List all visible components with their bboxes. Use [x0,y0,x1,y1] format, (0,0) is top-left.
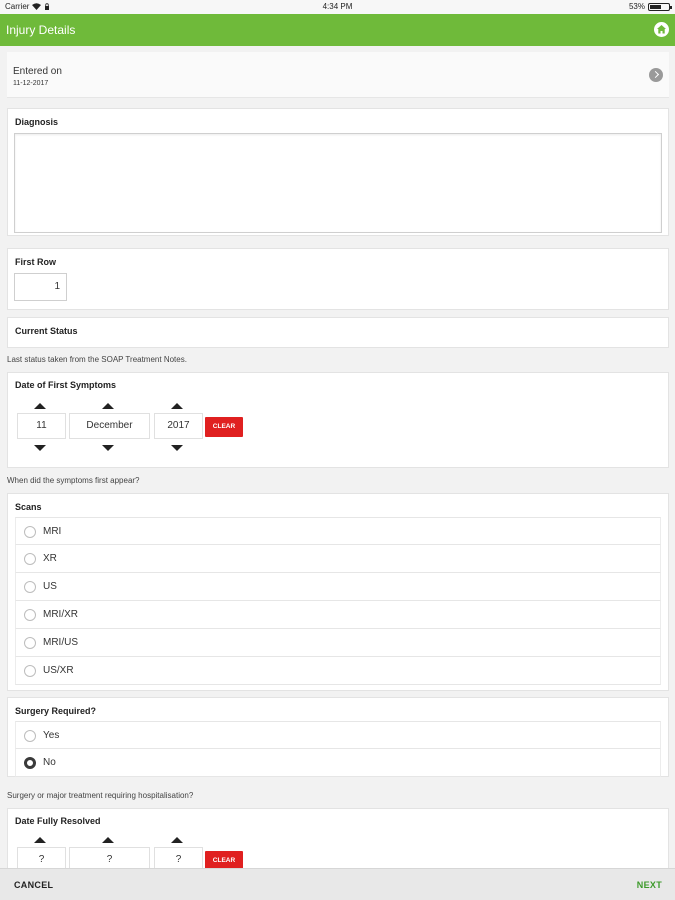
surgery-label: Surgery Required? [15,706,97,716]
radio-button[interactable] [24,730,36,742]
scan-option[interactable]: XR [15,545,661,573]
radio-button[interactable] [24,526,36,538]
day-spinner[interactable]: 11 [17,413,66,439]
radio-button[interactable] [24,553,36,565]
surgery-option-label: Yes [43,730,60,741]
clock: 4:34 PM [322,2,353,11]
year-up-arrow-icon[interactable] [171,403,183,409]
entered-on-label: Entered on [13,66,62,77]
month-up-arrow-icon[interactable] [102,403,114,409]
diagnosis-label: Diagnosis [15,117,59,127]
surgery-helper: Surgery or major treatment requiring hos… [7,791,194,800]
scan-option-label: MRI [43,526,62,537]
entered-on-row[interactable]: Entered on 11-12-2017 [7,52,669,98]
surgery-option-label: No [43,757,56,768]
clear-first-symptoms-button[interactable]: CLEAR [205,417,243,437]
date-resolved-section: Date Fully Resolved ? ? ? CLEAR [7,808,669,868]
cancel-button[interactable]: CANCEL [14,880,53,890]
bottom-toolbar: CANCEL NEXT [0,868,675,900]
scan-option-label: MRI/XR [43,609,78,620]
day-up-arrow-icon[interactable] [34,837,46,843]
form-content[interactable]: Entered on 11-12-2017 Diagnosis First Ro… [0,46,675,868]
resolved-day-spinner[interactable]: ? [17,847,66,868]
first-symptoms-helper: When did the symptoms first appear? [7,476,140,485]
month-down-arrow-icon[interactable] [102,445,114,451]
year-down-arrow-icon[interactable] [171,445,183,451]
radio-button[interactable] [24,637,36,649]
diagnosis-textarea[interactable] [14,133,662,233]
chevron-right-icon[interactable] [649,68,663,82]
resolved-month-spinner[interactable]: ? [69,847,150,868]
scan-option[interactable]: US [15,573,661,601]
diagnosis-section: Diagnosis [7,108,669,236]
current-status-section: Current Status [7,317,669,348]
home-icon[interactable] [654,22,669,37]
first-symptoms-label: Date of First Symptoms [15,380,117,390]
first-row-input[interactable]: 1 [14,273,67,301]
scan-option[interactable]: MRI/XR [15,601,661,629]
page-title: Injury Details [6,23,76,37]
day-up-arrow-icon[interactable] [34,403,46,409]
scan-option[interactable]: US/XR [15,657,661,685]
radio-button[interactable] [24,581,36,593]
scan-option[interactable]: MRI/US [15,629,661,657]
scan-option-label: MRI/US [43,637,78,648]
first-symptoms-section: Date of First Symptoms 11 December 2017 … [7,372,669,468]
entered-on-date: 11-12-2017 [13,80,49,87]
status-right: 53% [628,2,672,11]
current-status-label: Current Status [15,326,78,336]
next-button[interactable]: NEXT [637,880,662,890]
scan-option-label: US [43,581,57,592]
date-resolved-label: Date Fully Resolved [15,816,101,826]
scan-option-label: US/XR [43,665,74,676]
radio-button[interactable] [24,665,36,677]
surgery-section: Surgery Required? Yes No [7,697,669,777]
year-spinner[interactable]: 2017 [154,413,203,439]
surgery-option-yes[interactable]: Yes [15,721,661,749]
first-row-label: First Row [15,257,57,267]
clear-resolved-button[interactable]: CLEAR [205,851,243,868]
status-bar: Carrier 4:34 PM 53% [0,0,675,14]
month-up-arrow-icon[interactable] [102,837,114,843]
radio-button[interactable] [24,609,36,621]
month-spinner[interactable]: December [69,413,150,439]
radio-button-selected[interactable] [24,757,36,769]
day-down-arrow-icon[interactable] [34,445,46,451]
current-status-helper: Last status taken from the SOAP Treatmen… [7,355,187,364]
first-row-section: First Row 1 [7,248,669,310]
year-up-arrow-icon[interactable] [171,837,183,843]
scan-option-label: XR [43,553,57,564]
scans-label: Scans [15,502,42,512]
scans-section: Scans MRI XR US MRI/XR MRI/US US/XR [7,493,669,691]
battery-percent: 53% [628,2,645,11]
battery-icon [648,2,672,11]
surgery-option-no[interactable]: No [15,749,661,777]
scan-option[interactable]: MRI [15,517,661,545]
app-header: Injury Details [0,14,675,46]
resolved-year-spinner[interactable]: ? [154,847,203,868]
